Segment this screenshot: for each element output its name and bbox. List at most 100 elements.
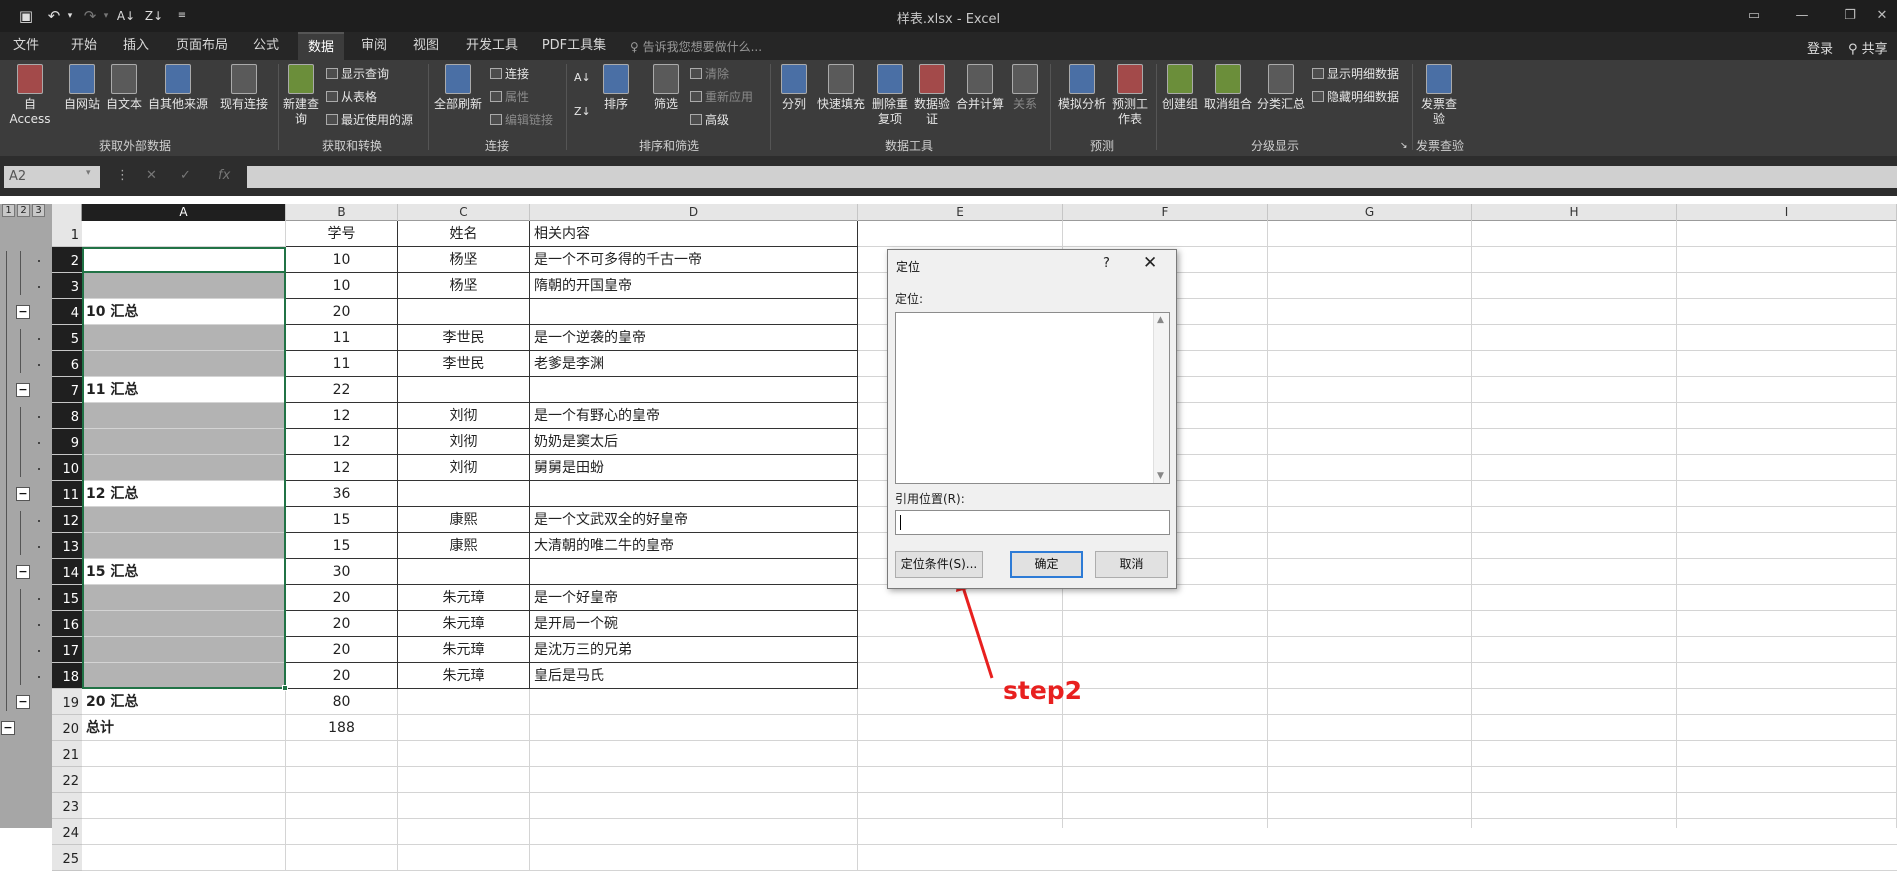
goto-list-scrollbar[interactable]: ▲ ▼ — [1153, 313, 1169, 483]
formula-input[interactable] — [247, 166, 1897, 188]
show-detail-button[interactable]: 显示明细数据 — [1312, 66, 1399, 82]
cell-d[interactable] — [530, 715, 858, 741]
cell-a[interactable] — [82, 455, 286, 481]
cell-d[interactable] — [530, 481, 858, 507]
cell-d[interactable]: 老爹是李渊 — [530, 351, 858, 377]
consolidate-button[interactable]: 合并计算 — [954, 64, 1006, 112]
ok-button[interactable]: 确定 — [1010, 551, 1083, 578]
tell-me-search[interactable]: ♀ 告诉我您想要做什么... — [630, 38, 762, 55]
clear-filter-button[interactable]: 清除 — [690, 66, 729, 82]
cell-d[interactable] — [530, 741, 858, 767]
cell-d[interactable]: 是一个不可多得的千古一帝 — [530, 247, 858, 273]
row-header[interactable]: 7 — [52, 377, 82, 403]
existing-connections-button[interactable]: 现有连接 — [218, 64, 270, 112]
confirm-entry-icon[interactable]: ✓ — [180, 168, 191, 183]
cell-d[interactable]: 相关内容 — [530, 221, 858, 247]
hide-detail-button[interactable]: 隐藏明细数据 — [1312, 89, 1399, 105]
cell-b[interactable] — [286, 767, 398, 793]
scroll-down-icon[interactable]: ▼ — [1157, 471, 1164, 481]
cell-a[interactable]: 总计 — [82, 715, 286, 741]
goto-special-button[interactable]: 定位条件(S)... — [895, 551, 983, 578]
cell-d[interactable] — [530, 559, 858, 585]
cell-a[interactable] — [82, 767, 286, 793]
cell-d[interactable]: 是开局一个碗 — [530, 611, 858, 637]
row-header[interactable]: 8 — [52, 403, 82, 429]
name-box-dropdown-icon[interactable]: ▾ — [86, 168, 91, 178]
cell-a[interactable]: 12 汇总 — [82, 481, 286, 507]
cell-b[interactable]: 10 — [286, 273, 398, 299]
tab-review[interactable]: 审阅 — [352, 32, 396, 60]
cell-b[interactable] — [286, 741, 398, 767]
cell-c[interactable]: 康熙 — [398, 507, 530, 533]
cancel-button[interactable]: 取消 — [1095, 551, 1168, 578]
from-web-button[interactable]: 自网站 — [62, 64, 102, 112]
cell-d[interactable] — [530, 767, 858, 793]
subtotal-button[interactable]: 分类汇总 — [1256, 64, 1306, 112]
row-header[interactable]: 1 — [52, 221, 82, 247]
cell-d[interactable]: 是一个逆袭的皇帝 — [530, 325, 858, 351]
forecast-sheet-button[interactable]: 预测工作表 — [1110, 64, 1150, 127]
cell-b[interactable]: 36 — [286, 481, 398, 507]
row-header[interactable]: 13 — [52, 533, 82, 559]
cell-b[interactable]: 22 — [286, 377, 398, 403]
outline-collapse-button[interactable]: − — [16, 305, 30, 319]
cell-d[interactable] — [530, 299, 858, 325]
cell-c[interactable] — [398, 689, 530, 715]
text-to-columns-button[interactable]: 分列 — [776, 64, 812, 112]
cell-d[interactable]: 奶奶是窦太后 — [530, 429, 858, 455]
dialog-help-button[interactable]: ? — [1103, 256, 1110, 271]
cell-c[interactable] — [398, 845, 530, 871]
sort-az-icon[interactable]: A↓ — [574, 70, 591, 86]
cell-a[interactable] — [82, 585, 286, 611]
insert-function-icon[interactable]: fx — [218, 168, 230, 183]
outline-level-2-button[interactable]: 2 — [17, 204, 30, 217]
tab-pdf-tools[interactable]: PDF工具集 — [536, 32, 612, 60]
column-header-h[interactable]: H — [1472, 204, 1677, 221]
row-header[interactable]: 19 — [52, 689, 82, 715]
sort-za-icon[interactable]: Z↓ — [574, 104, 591, 120]
cell-c[interactable] — [398, 377, 530, 403]
cell-a[interactable]: 15 汇总 — [82, 559, 286, 585]
cell-d[interactable]: 皇后是马氏 — [530, 663, 858, 689]
row-header[interactable]: 23 — [52, 793, 82, 819]
cell-b[interactable]: 20 — [286, 611, 398, 637]
cell-c[interactable] — [398, 715, 530, 741]
cell-a[interactable] — [82, 741, 286, 767]
column-header-g[interactable]: G — [1268, 204, 1472, 221]
row-header[interactable]: 20 — [52, 715, 82, 741]
cell-b[interactable]: 11 — [286, 351, 398, 377]
cell-c[interactable]: 康熙 — [398, 533, 530, 559]
filter-button[interactable]: 筛选 — [648, 64, 684, 112]
cell-a[interactable] — [82, 845, 286, 871]
cell-a[interactable]: 20 汇总 — [82, 689, 286, 715]
outline-collapse-button[interactable]: − — [16, 695, 30, 709]
recent-sources-button[interactable]: 最近使用的源 — [326, 112, 413, 128]
cell-a[interactable] — [82, 533, 286, 559]
column-header-d[interactable]: D — [530, 204, 858, 221]
select-all-corner[interactable] — [52, 204, 82, 221]
cell-b[interactable]: 20 — [286, 585, 398, 611]
cell-a[interactable] — [82, 247, 286, 273]
cell-a[interactable] — [82, 793, 286, 819]
cell-d[interactable]: 大清朝的唯二牛的皇帝 — [530, 533, 858, 559]
cell-c[interactable] — [398, 741, 530, 767]
cell-c[interactable] — [398, 793, 530, 819]
row-header[interactable]: 17 — [52, 637, 82, 663]
tab-page-layout[interactable]: 页面布局 — [170, 32, 234, 60]
cell-c[interactable]: 刘彻 — [398, 403, 530, 429]
cell-b[interactable]: 10 — [286, 247, 398, 273]
column-header-a[interactable]: A — [82, 204, 286, 221]
tab-data[interactable]: 数据 — [298, 32, 344, 60]
tab-view[interactable]: 视图 — [404, 32, 448, 60]
new-query-button[interactable]: 新建查询 — [282, 64, 320, 127]
reference-input[interactable] — [895, 510, 1170, 535]
remove-duplicates-button[interactable]: 删除重复项 — [870, 64, 910, 127]
outline-level-1-button[interactable]: 1 — [2, 204, 15, 217]
relationships-button[interactable]: 关系 — [1008, 64, 1042, 112]
advanced-filter-button[interactable]: 高级 — [690, 112, 729, 128]
sort-button[interactable]: 排序 — [598, 64, 634, 112]
cell-b[interactable] — [286, 819, 398, 845]
row-header[interactable]: 4 — [52, 299, 82, 325]
fill-handle[interactable] — [282, 685, 288, 691]
cell-a[interactable]: 11 汇总 — [82, 377, 286, 403]
